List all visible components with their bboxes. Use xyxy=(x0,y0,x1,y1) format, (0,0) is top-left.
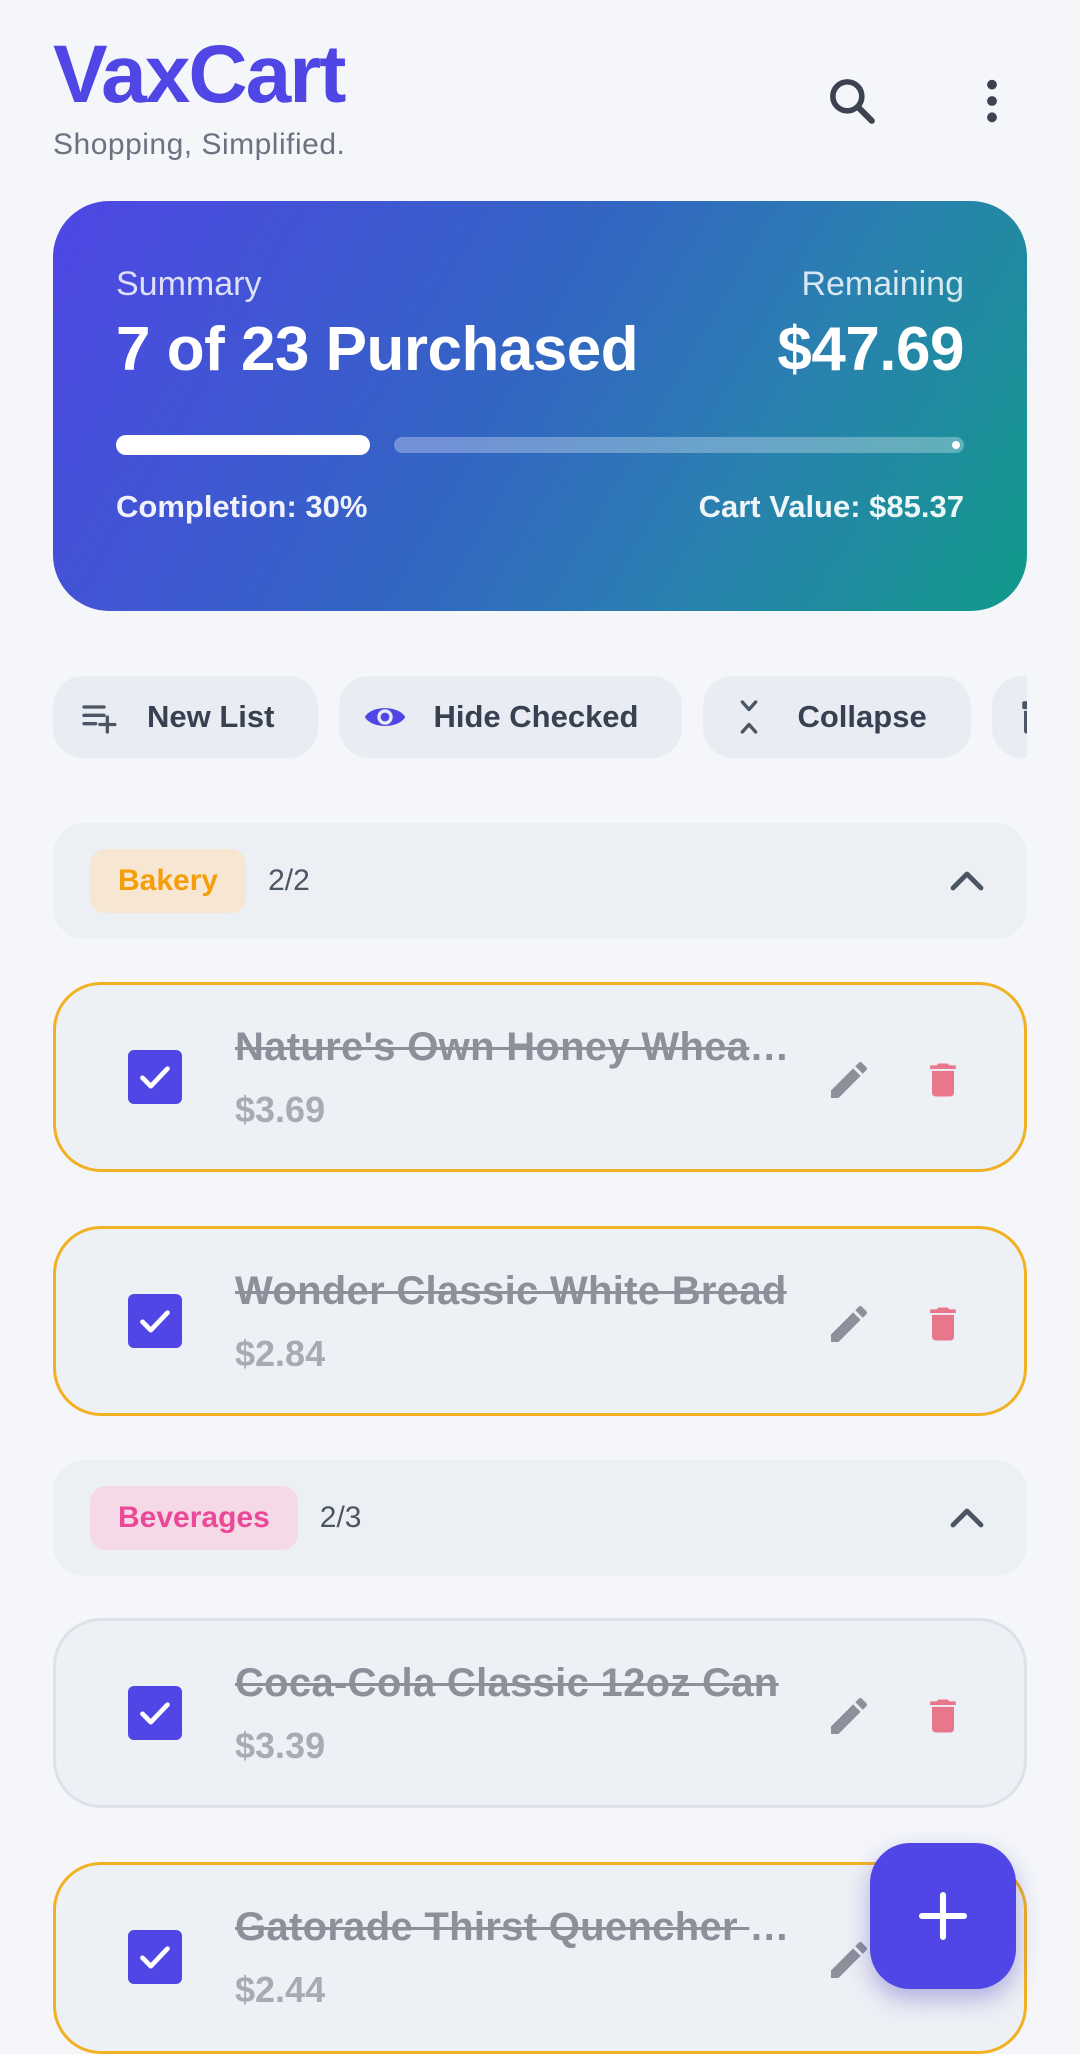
completion-progress-bar xyxy=(116,435,964,455)
category-header-beverages[interactable]: Beverages 2/3 xyxy=(53,1460,1027,1576)
playlist-add-icon xyxy=(77,695,121,739)
remaining-label: Remaining xyxy=(801,265,964,303)
summary-card: Summary 7 of 23 Purchased Remaining $47.… xyxy=(53,201,1027,611)
item-checkbox[interactable] xyxy=(128,1686,182,1740)
delete-button[interactable] xyxy=(918,1299,968,1349)
item-price: $2.84 xyxy=(235,1333,326,1374)
chevron-up-icon[interactable] xyxy=(943,857,991,905)
check-icon xyxy=(140,1310,170,1333)
cart-value-text: Cart Value: $85.37 xyxy=(698,489,964,524)
item-checkbox[interactable] xyxy=(128,1050,182,1104)
item-name: Coca-Cola Classic 12oz Can xyxy=(235,1661,779,1705)
collapse-chip[interactable]: Collapse xyxy=(703,676,971,758)
more-vert-icon xyxy=(987,79,997,123)
category-count: 2/3 xyxy=(319,1501,362,1534)
category-header-bakery[interactable]: Bakery 2/2 xyxy=(53,823,1027,939)
header-actions xyxy=(817,66,1027,136)
item-name: Wonder Classic White Bread xyxy=(235,1269,787,1313)
plus-icon xyxy=(918,1891,968,1941)
app-header: VaxCart Shopping, Simplified. xyxy=(53,30,1027,170)
hide-checked-label: Hide Checked xyxy=(433,699,639,734)
edit-button[interactable] xyxy=(824,1691,874,1741)
edit-button[interactable] xyxy=(824,1055,874,1105)
category-badge: Beverages xyxy=(90,1486,298,1550)
list-item[interactable]: Nature's Own Honey Wheat Bread $3.69 xyxy=(53,982,1027,1172)
trash-icon xyxy=(930,1307,956,1341)
pencil-icon xyxy=(831,1698,867,1734)
delete-button[interactable] xyxy=(918,1055,968,1105)
list-item[interactable]: Wonder Classic White Bread $2.84 xyxy=(53,1226,1027,1416)
hide-checked-chip[interactable]: Hide Checked xyxy=(339,676,683,758)
archive-icon xyxy=(1016,695,1027,739)
remaining-value: $47.69 xyxy=(777,315,964,384)
eye-icon xyxy=(363,695,407,739)
collapse-label: Collapse xyxy=(797,699,927,734)
more-options-button[interactable] xyxy=(957,66,1027,136)
pencil-icon xyxy=(831,1306,867,1342)
new-list-chip[interactable]: New List xyxy=(53,676,319,758)
item-checkbox[interactable] xyxy=(128,1294,182,1348)
progress-track xyxy=(394,437,964,453)
collapse-icon xyxy=(727,695,771,739)
item-name: Nature's Own Honey Wheat Bread xyxy=(235,1025,795,1069)
completion-text: Completion: 30% xyxy=(116,489,368,524)
progress-end-dot xyxy=(952,441,960,449)
archive-chip[interactable] xyxy=(991,676,1027,758)
list-item[interactable]: Coca-Cola Classic 12oz Can $3.39 xyxy=(53,1618,1027,1808)
edit-button[interactable] xyxy=(824,1299,874,1349)
add-item-fab[interactable] xyxy=(870,1843,1016,1989)
item-price: $3.69 xyxy=(235,1089,326,1130)
delete-button[interactable] xyxy=(918,1691,968,1741)
check-icon xyxy=(140,1946,170,1969)
item-price: $2.44 xyxy=(235,1969,326,2010)
check-icon xyxy=(140,1066,170,1089)
action-chips: New List Hide Checked Collapse xyxy=(53,676,1027,758)
chevron-up-icon[interactable] xyxy=(943,1494,991,1542)
summary-label: Summary xyxy=(116,265,262,303)
progress-fill xyxy=(116,435,371,455)
category-badge: Bakery xyxy=(90,849,247,913)
item-checkbox[interactable] xyxy=(128,1930,182,1984)
pencil-icon xyxy=(831,1942,867,1978)
trash-icon xyxy=(930,1699,956,1733)
category-count: 2/2 xyxy=(268,864,310,897)
trash-icon xyxy=(930,1063,956,1097)
purchased-count: 7 of 23 Purchased xyxy=(116,315,639,384)
item-price: $3.39 xyxy=(235,1725,326,1766)
pencil-icon xyxy=(831,1062,867,1098)
item-name: Gatorade Thirst Quencher Fruit Punch xyxy=(235,1905,795,1949)
search-button[interactable] xyxy=(817,66,887,136)
check-icon xyxy=(140,1702,170,1725)
search-icon xyxy=(830,79,875,124)
edit-button[interactable] xyxy=(824,1935,874,1985)
new-list-label: New List xyxy=(147,699,275,734)
